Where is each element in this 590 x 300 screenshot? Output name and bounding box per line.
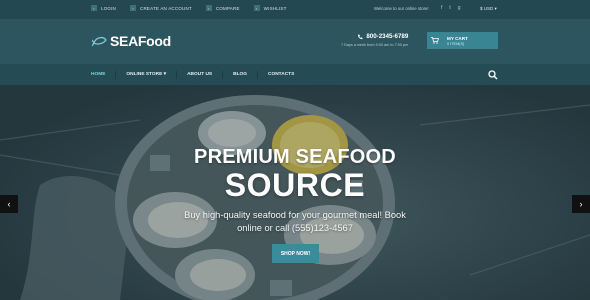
compare-icon: › xyxy=(205,5,212,11)
chevron-down-icon: ▾ xyxy=(494,6,497,11)
slider-prev-button[interactable]: ‹ xyxy=(0,195,18,213)
currency-value: $ USD xyxy=(480,6,494,11)
currency-selector[interactable]: $ USD ▾ xyxy=(480,6,497,12)
logo-text: SEAFood xyxy=(110,33,171,49)
slider-next-button[interactable]: › xyxy=(572,195,590,213)
chevron-left-icon: ‹ xyxy=(7,199,11,209)
nav-item-contacts[interactable]: CONTACTS xyxy=(257,70,304,79)
fish-icon xyxy=(92,36,107,47)
nav-item-home[interactable]: HOME xyxy=(91,71,115,79)
phone-icon xyxy=(358,34,363,39)
search-icon[interactable] xyxy=(488,70,498,80)
chevron-right-icon: › xyxy=(579,199,583,209)
login-icon: › xyxy=(91,5,97,11)
welcome-message: Welcome to our online store! xyxy=(374,6,429,11)
opening-hours: 7 Days a week from 9:00 am to 7:00 pm xyxy=(341,43,409,47)
main-navigation: HOME ONLINE STORE ▾ ABOUT US BLOG CONTAC… xyxy=(0,64,590,85)
hero-subtitle: Buy high-quality seafood for your gourme… xyxy=(184,210,406,233)
cart-button[interactable]: MY CART 0 ITEM(S) xyxy=(427,32,498,49)
top-utility-bar: › LOGIN › CREATE AN ACCOUNT › COMPARE › … xyxy=(0,0,590,19)
chevron-down-icon: ▾ xyxy=(163,71,167,77)
nav-item-blog[interactable]: BLOG xyxy=(222,70,257,79)
login-label: LOGIN xyxy=(101,5,117,11)
cart-count: 0 ITEM(S) xyxy=(447,41,465,46)
compare-link[interactable]: › COMPARE xyxy=(205,5,240,11)
account-links: › LOGIN › CREATE AN ACCOUNT › COMPARE › … xyxy=(91,5,287,11)
cart-title: MY CART xyxy=(447,35,468,41)
wishlist-label: WISHLIST xyxy=(263,5,287,11)
create-account-label: CREATE AN ACCOUNT xyxy=(140,5,192,11)
google-plus-icon[interactable]: g xyxy=(458,5,461,11)
facebook-icon[interactable]: f xyxy=(441,5,442,11)
create-account-link[interactable]: › CREATE AN ACCOUNT xyxy=(130,5,192,11)
nav-item-about-us[interactable]: ABOUT US xyxy=(176,70,222,79)
compare-label: COMPARE xyxy=(215,5,240,11)
nav-item-online-store-label: ONLINE STORE xyxy=(126,71,163,77)
twitter-icon[interactable]: t xyxy=(449,5,450,11)
cart-icon xyxy=(427,32,442,49)
wishlist-link[interactable]: › WISHLIST xyxy=(253,5,287,11)
hero-title-line-1: PREMIUM SEAFOOD xyxy=(194,146,396,168)
create-account-icon: › xyxy=(130,5,137,11)
nav-item-online-store[interactable]: ONLINE STORE ▾ xyxy=(115,70,176,79)
hero-title-line-2: SOURCE xyxy=(224,167,366,203)
site-logo[interactable]: SEAFood xyxy=(92,33,171,49)
hero-slider: PREMIUM SEAFOOD SOURCE Buy high-quality … xyxy=(0,85,590,300)
phone-block: 800-2345-6789 7 Days a week from 9:00 am… xyxy=(341,33,408,47)
wishlist-icon: › xyxy=(253,5,260,11)
social-links: f t g xyxy=(441,5,461,11)
shop-now-button[interactable]: SHOP NOW! xyxy=(272,244,319,263)
phone-number[interactable]: 800-2345-6789 xyxy=(366,33,408,40)
login-link[interactable]: › LOGIN xyxy=(91,5,116,11)
site-header: SEAFood 800-2345-6789 7 Days a week from… xyxy=(0,19,590,64)
